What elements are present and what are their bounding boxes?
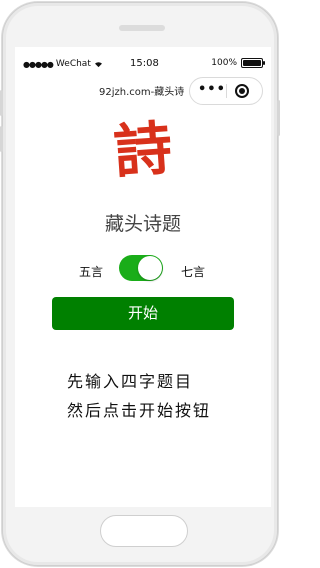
battery-percent: 100% bbox=[211, 58, 237, 68]
signal-icon: ●●●●● bbox=[23, 59, 54, 69]
home-button[interactable] bbox=[100, 515, 188, 547]
capsule-divider bbox=[226, 84, 227, 98]
status-bar: ●●●●● WeChat 15:08 100% bbox=[15, 47, 271, 73]
instruction-line-2: 然后点击开始按钮 bbox=[67, 401, 212, 420]
target-icon[interactable] bbox=[235, 84, 249, 98]
nav-bar: 92jzh.com-藏头诗 ••• bbox=[15, 73, 271, 109]
instruction-line-1: 先输入四字题目 bbox=[67, 372, 194, 391]
poem-logo: 詩 bbox=[111, 114, 175, 186]
start-button[interactable]: 开始 bbox=[52, 297, 234, 330]
status-time: 15:08 bbox=[130, 58, 159, 69]
status-left: ●●●●● WeChat bbox=[23, 59, 103, 69]
screen: ●●●●● WeChat 15:08 100% 92jzh.com-藏头诗 ••… bbox=[15, 47, 271, 507]
wifi-icon bbox=[94, 61, 102, 67]
battery-icon bbox=[241, 58, 265, 68]
volume-up-button bbox=[0, 90, 3, 116]
seven-char-label: 七言 bbox=[181, 265, 206, 279]
toggle-knob bbox=[138, 256, 162, 280]
page-title: 92jzh.com-藏头诗 bbox=[99, 87, 185, 98]
menu-capsule: ••• bbox=[189, 77, 263, 105]
mode-toggle[interactable] bbox=[119, 255, 163, 281]
more-icon[interactable]: ••• bbox=[198, 82, 226, 97]
mode-switch-row: 五言 七言 bbox=[15, 255, 271, 285]
app-title: 藏头诗题 bbox=[104, 213, 181, 235]
volume-down-button bbox=[0, 126, 3, 152]
five-char-label: 五言 bbox=[79, 265, 104, 279]
status-right: 100% bbox=[211, 58, 265, 68]
instructions: 先输入四字题目 然后点击开始按钮 bbox=[67, 367, 267, 425]
power-button bbox=[277, 100, 280, 136]
phone-frame: ●●●●● WeChat 15:08 100% 92jzh.com-藏头诗 ••… bbox=[2, 2, 278, 566]
carrier-label: WeChat bbox=[55, 59, 91, 69]
speaker bbox=[119, 25, 165, 31]
